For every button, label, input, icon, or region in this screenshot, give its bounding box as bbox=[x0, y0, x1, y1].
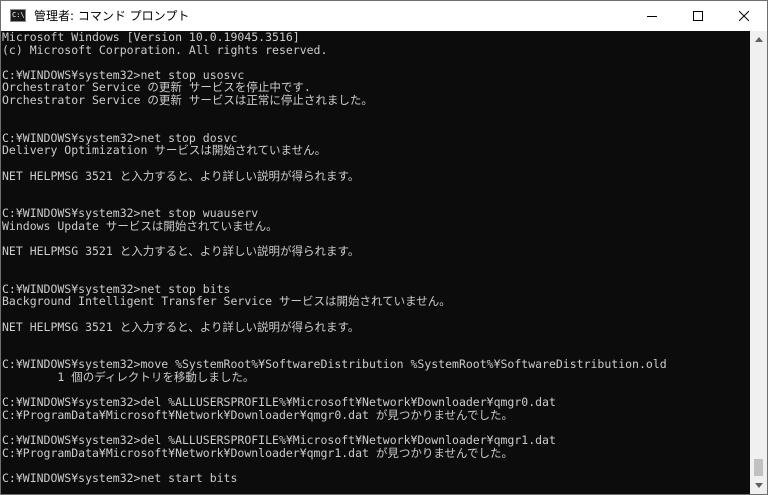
command-prompt-window: C:\ 管理者: コマンド プロンプト Microsoft Windows [V… bbox=[0, 0, 768, 495]
console-line: NET HELPMSG 3521 と入力すると、より詳しい説明が得られます。 bbox=[2, 244, 360, 259]
console-line: NET HELPMSG 3521 と入力すると、より詳しい説明が得られます。 bbox=[2, 319, 360, 334]
maximize-button[interactable] bbox=[675, 1, 721, 31]
minimize-button[interactable] bbox=[629, 1, 675, 31]
scrollbar-thumb[interactable] bbox=[754, 459, 763, 476]
console-line: C:¥ProgramData¥Microsoft¥Network¥Downloa… bbox=[2, 407, 513, 422]
console-line: Background Intelligent Transfer Service … bbox=[2, 294, 451, 309]
minimize-icon bbox=[647, 16, 657, 17]
console-line: C:¥WINDOWS¥system32>del %ALLUSERSPROFILE… bbox=[2, 433, 556, 447]
console-line: Orchestrator Service の更新 サービスは正常に停止されました… bbox=[2, 92, 373, 107]
console-text: Microsoft Windows [Version 10.0.19045.35… bbox=[1, 31, 750, 484]
scroll-up-button[interactable] bbox=[750, 31, 767, 48]
title-bar[interactable]: C:\ 管理者: コマンド プロンプト bbox=[1, 1, 767, 31]
console-line: (c) Microsoft Corporation. All rights re… bbox=[2, 42, 328, 57]
cmd-app-icon[interactable]: C:\ bbox=[10, 9, 26, 22]
console-line: Windows Update サービスは開始されていません。 bbox=[2, 218, 278, 233]
console-line: 1 個のディレクトリを移動しました。 bbox=[2, 370, 255, 385]
arrow-up-icon bbox=[754, 37, 763, 42]
console-line: Delivery Optimization サービスは開始されていません。 bbox=[2, 143, 327, 158]
console-line: Microsoft Windows [Version 10.0.19045.35… bbox=[2, 31, 300, 44]
console-line: C:¥ProgramData¥Microsoft¥Network¥Downloa… bbox=[2, 445, 513, 460]
console-output[interactable]: Microsoft Windows [Version 10.0.19045.35… bbox=[1, 31, 750, 494]
console-line: NET HELPMSG 3521 と入力すると、より詳しい説明が得られます。 bbox=[2, 168, 360, 183]
console-line: C:¥WINDOWS¥system32>del %ALLUSERSPROFILE… bbox=[2, 395, 556, 410]
close-icon bbox=[739, 11, 749, 21]
console-line: C:¥WINDOWS¥system32>net start bits bbox=[2, 470, 238, 485]
window-title: 管理者: コマンド プロンプト bbox=[34, 9, 190, 23]
arrow-down-icon bbox=[754, 483, 763, 488]
maximize-icon bbox=[693, 11, 703, 21]
close-button[interactable] bbox=[721, 1, 767, 31]
scroll-down-button[interactable] bbox=[750, 477, 767, 494]
vertical-scrollbar[interactable] bbox=[750, 31, 767, 494]
